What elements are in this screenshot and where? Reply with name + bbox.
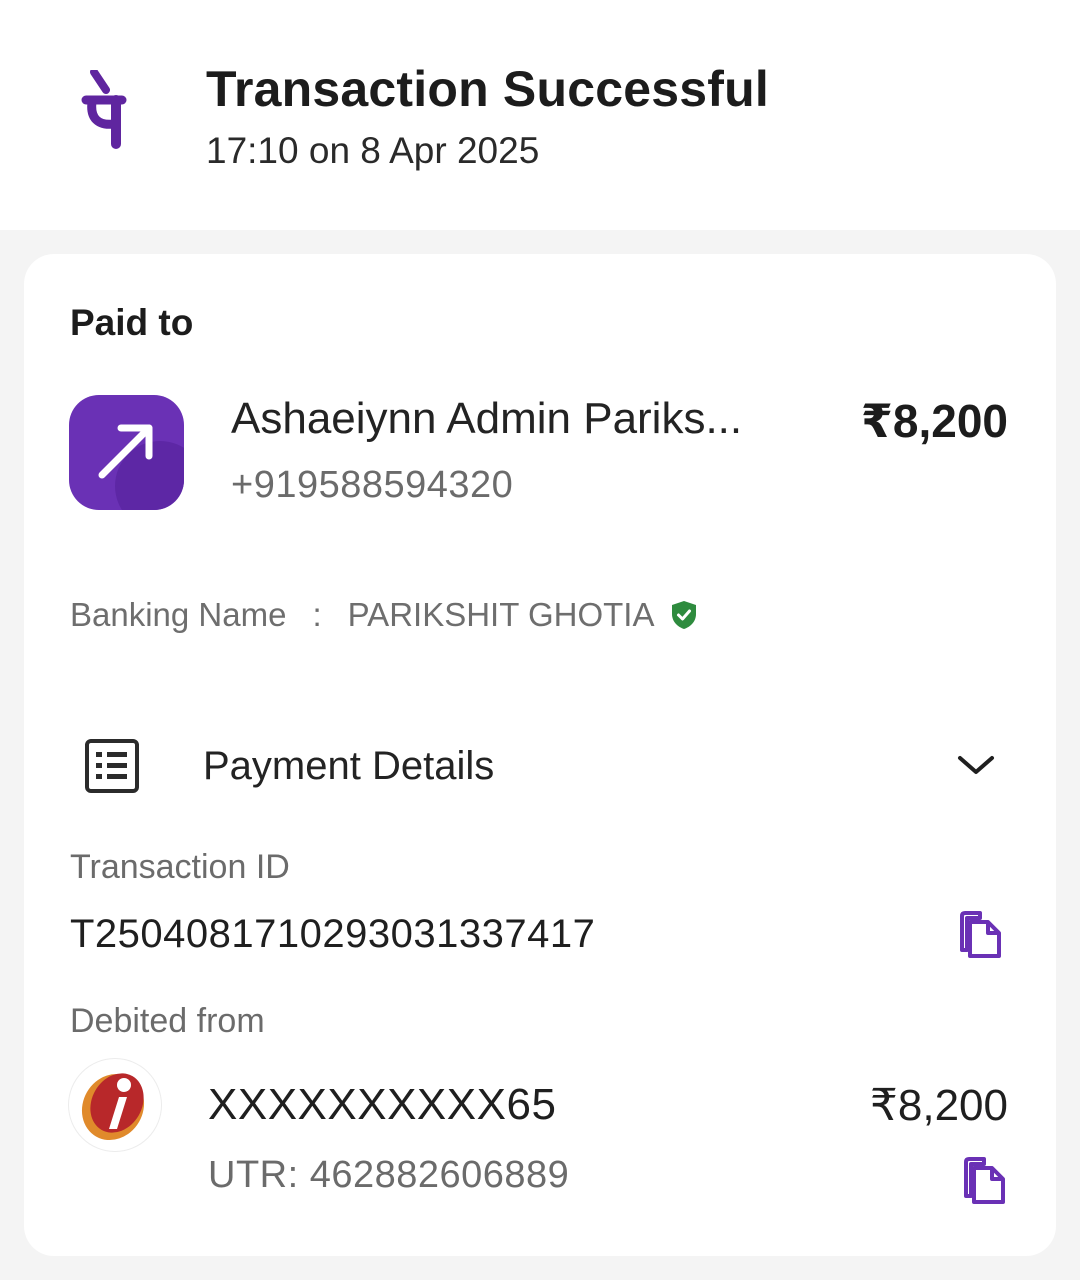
banking-name-separator: : — [312, 596, 322, 633]
transaction-timestamp: 17:10 on 8 Apr 2025 — [206, 130, 540, 171]
page-title: Transaction Successful — [206, 61, 769, 117]
payee-phone: +919588594320 — [231, 464, 514, 506]
chevron-down-icon[interactable] — [956, 750, 996, 780]
copy-utr-icon[interactable] — [962, 1156, 1008, 1206]
icici-bank-logo — [69, 1059, 161, 1151]
banking-name-row: Banking Name : PARIKSHIT GHOTIA — [70, 596, 698, 634]
header: Transaction Successful 17:10 on 8 Apr 20… — [0, 0, 1080, 230]
arrow-up-right-icon — [98, 424, 153, 479]
payee-avatar — [69, 395, 184, 510]
utr-number: UTR: 462882606889 — [208, 1154, 570, 1196]
copy-transaction-id-icon[interactable] — [958, 910, 1004, 960]
debit-amount: ₹8,200 — [869, 1081, 1008, 1130]
banking-name-label: Banking Name — [70, 596, 287, 633]
payment-details-toggle[interactable]: Payment Details — [203, 744, 494, 789]
shield-check-icon — [672, 601, 697, 629]
transaction-id-value: T2504081710293031337417 — [70, 912, 596, 956]
debit-account-number: XXXXXXXXXX65 — [208, 1080, 557, 1129]
paid-to-label: Paid to — [70, 302, 194, 343]
receipt-list-icon — [85, 739, 139, 793]
transaction-id-label: Transaction ID — [70, 848, 290, 886]
debited-from-label: Debited from — [70, 1002, 265, 1040]
payment-amount: ₹8,200 — [860, 395, 1008, 447]
banking-name-value: PARIKSHIT GHOTIA — [347, 596, 655, 633]
payee-name: Ashaeiynn Admin Pariks... — [231, 394, 743, 443]
phonepe-logo-icon — [81, 70, 127, 149]
transaction-card: Paid to Ashaeiynn Admin Pariks... +91958… — [24, 254, 1056, 1256]
